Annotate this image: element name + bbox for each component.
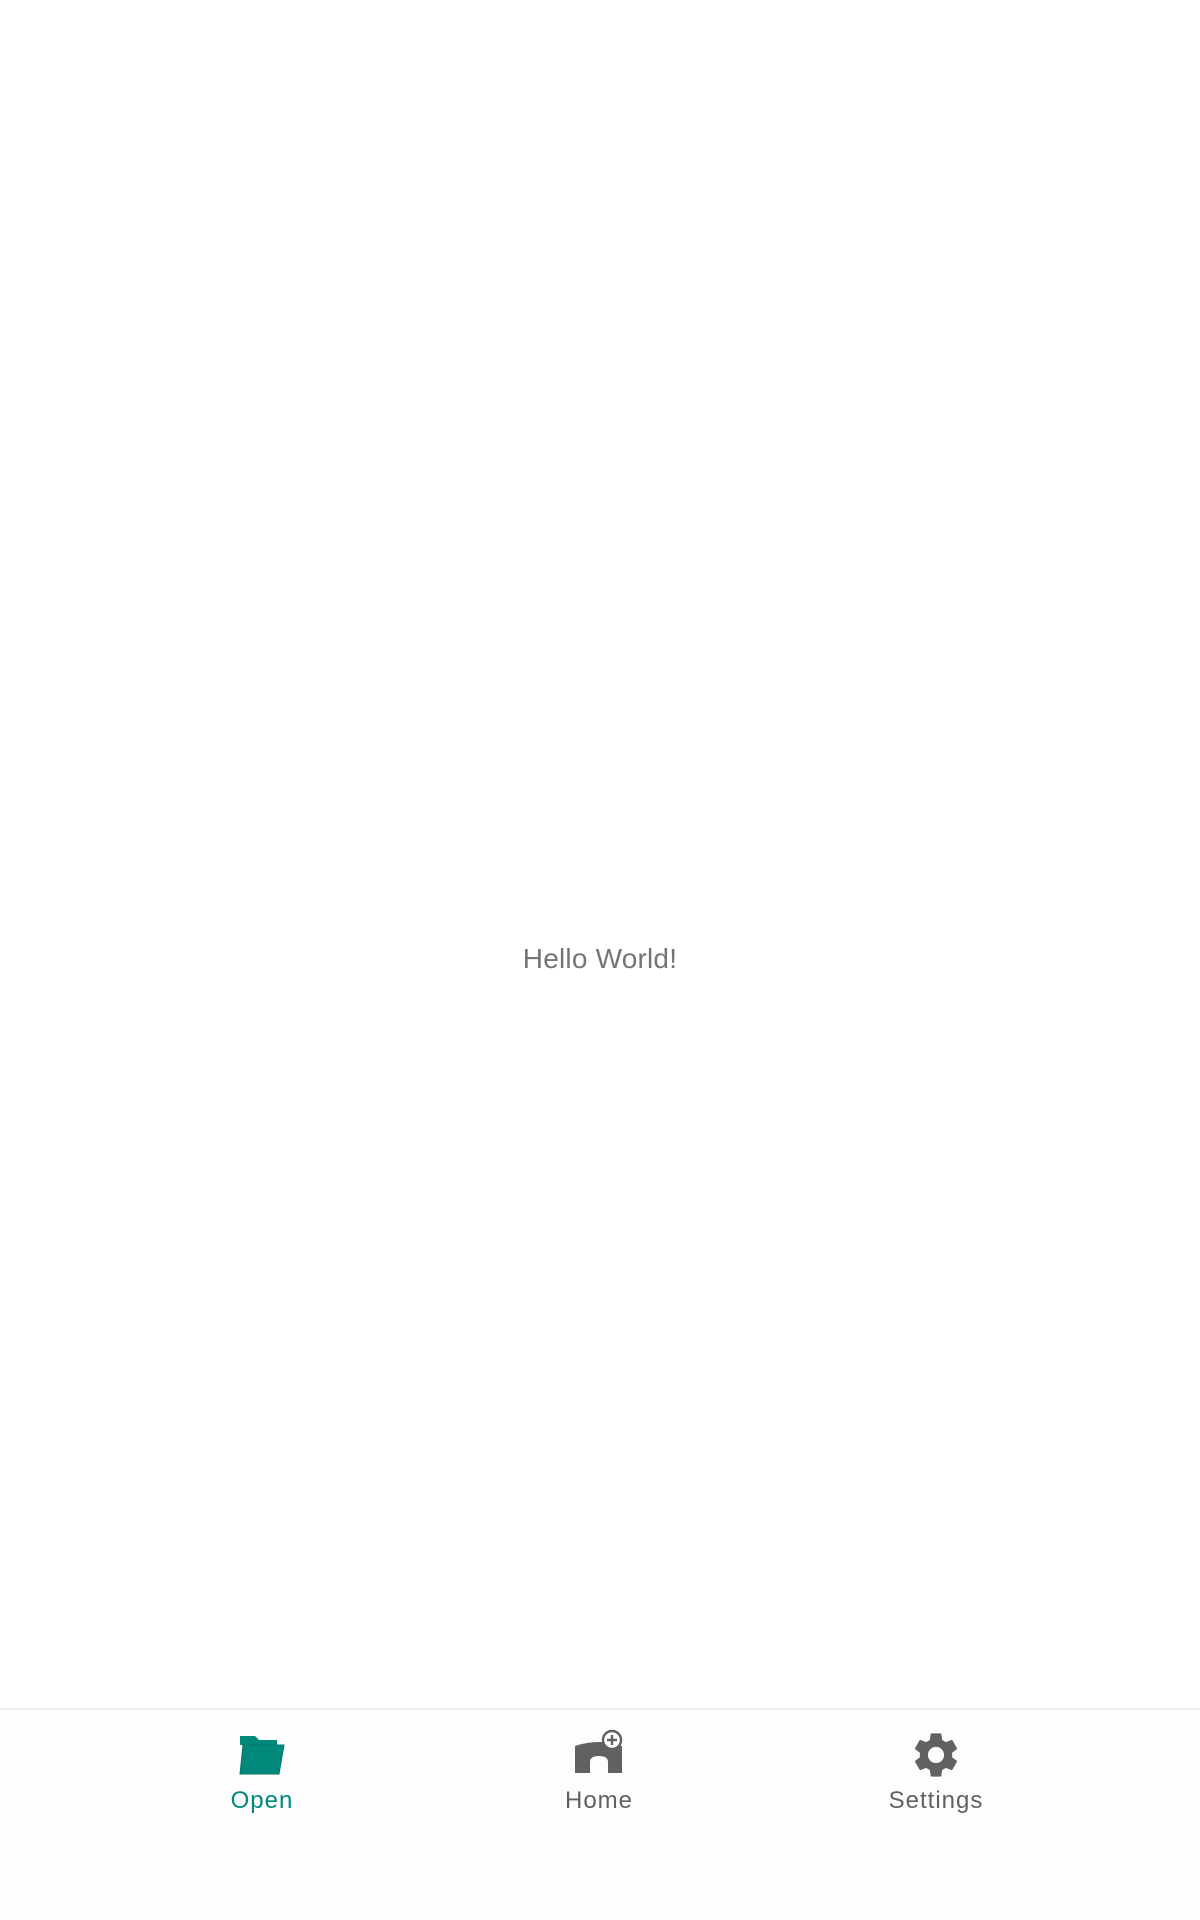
bottom-navigation-bar: Open Home Settings bbox=[0, 1708, 1200, 1920]
hello-message: Hello World! bbox=[522, 943, 678, 974]
nav-label-home: Home bbox=[564, 1787, 634, 1814]
nav-item-settings[interactable]: Settings bbox=[816, 1728, 1056, 1828]
nav-item-home[interactable]: Home bbox=[479, 1728, 719, 1828]
gear-icon bbox=[909, 1728, 963, 1782]
nav-label-open: Open bbox=[230, 1787, 294, 1814]
home-add-icon bbox=[572, 1728, 626, 1782]
folder-open-icon bbox=[235, 1728, 289, 1782]
nav-label-settings: Settings bbox=[888, 1787, 984, 1814]
main-content: Hello World! bbox=[0, 0, 1200, 1708]
nav-item-open[interactable]: Open bbox=[142, 1728, 382, 1828]
